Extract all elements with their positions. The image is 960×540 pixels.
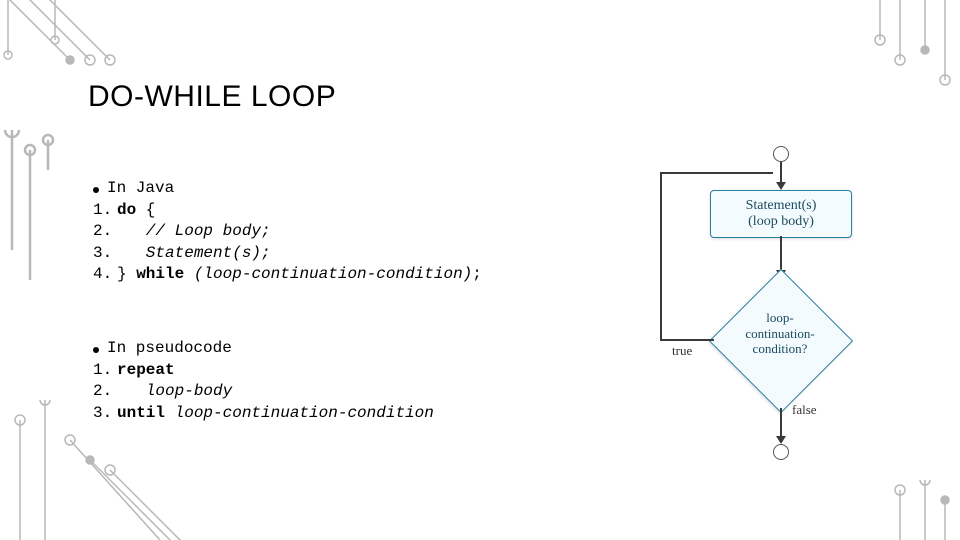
java-code-block: In Java 1.do { 2. // Loop body; 3. State… — [93, 178, 482, 286]
slide-title: DO-WHILE LOOP — [88, 80, 336, 114]
slide: DO-WHILE LOOP In Java 1.do { 2. // Loop … — [0, 0, 960, 540]
arrowhead-icon — [776, 182, 786, 190]
flow-condition-text: loop- continuation- condition? — [730, 310, 830, 357]
flow-start-circle — [773, 146, 789, 162]
arrowhead-icon — [776, 436, 786, 444]
bullet-icon — [93, 187, 99, 193]
pseudocode-block: In pseudocode 1.repeat 2. loop-body 3.un… — [93, 338, 434, 424]
bullet-icon — [93, 347, 99, 353]
pseudo-heading: In pseudocode — [107, 338, 232, 360]
flow-false-label: false — [792, 402, 817, 418]
flow-loop-body-box: Statement(s) (loop body) — [710, 190, 852, 238]
java-heading: In Java — [107, 178, 174, 200]
flow-true-label: true — [672, 343, 692, 359]
flow-end-circle — [773, 444, 789, 460]
flowchart-diagram: Statement(s) (loop body) loop- continuat… — [640, 140, 940, 480]
